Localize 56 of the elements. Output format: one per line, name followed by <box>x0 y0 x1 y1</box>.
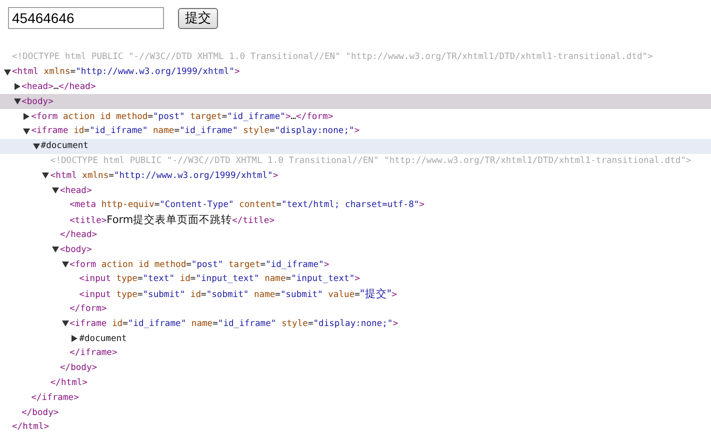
tree-row[interactable]: <form action id method="post" target="id_iframe"> <box>0 257 711 272</box>
code-line: <form action id method="post" target="id_iframe">…</form> <box>31 112 334 122</box>
closing-tag: </head> <box>60 230 98 240</box>
tree-row[interactable]: <input type="submit" id="sobmit" name="submit" value="提交"> <box>0 286 711 302</box>
expanded-triangle-icon[interactable] <box>62 320 69 328</box>
expanded-triangle-icon[interactable] <box>52 246 59 254</box>
code-line: <head>…</head> <box>22 82 96 92</box>
expanded-triangle-icon[interactable] <box>62 261 69 268</box>
code-line: <title>Form提交表单页面不跳转</title> <box>70 213 274 228</box>
collapsed-triangle-icon[interactable] <box>23 113 30 120</box>
code-line: <body> <box>22 96 54 107</box>
expanded-triangle-icon[interactable] <box>4 68 11 76</box>
code-line: <iframe id="id_iframe" name="id_iframe" style="display:none;"> <box>31 126 360 136</box>
expanded-triangle-icon[interactable] <box>32 142 40 150</box>
tree-row[interactable]: <head> <box>0 183 711 198</box>
submit-button[interactable]: 提交 <box>178 8 218 28</box>
code-line: <form action id method="post" target="id_iframe"> <box>70 260 330 270</box>
collapsed-triangle-icon[interactable] <box>14 83 21 90</box>
tree-row[interactable]: <iframe id="id_iframe" name="id_iframe" style="display:none;"> <box>0 316 711 332</box>
code-line: <!DOCTYPE html PUBLIC "-//W3C//DTD XHTML 1.0 Transitional//EN" "http://www.w3.org/TR/xhtml1/DTD/xhtml1-transitional.dtd"> <box>12 52 653 62</box>
code-line: <input type="submit" id="sobmit" name="submit" value="提交"> <box>79 287 397 302</box>
tree-row[interactable]: #document <box>0 331 711 346</box>
closing-tag: </iframe> <box>70 348 118 358</box>
expanded-triangle-icon[interactable] <box>52 187 59 194</box>
tree-row[interactable]: <iframe id="id_iframe" name="id_iframe" style="display:none;"> <box>0 124 711 139</box>
tree-row[interactable]: <html xmlns="http://www.w3.org/1999/xhtml"> <box>0 64 711 80</box>
code-line: <!DOCTYPE html PUBLIC "-//W3C//DTD XHTML 1.0 Transitional//EN" "http://www.w3.org/TR/xhtml1/DTD/xhtml1-transitional.dtd"> <box>50 156 692 166</box>
expanded-triangle-icon[interactable] <box>14 98 21 106</box>
code-line: #document <box>79 334 127 344</box>
tree-row[interactable]: <input type="text" id="input_text" name="input_text"> <box>0 272 711 287</box>
code-line: <input type="text" id="input_text" name="input_text"> <box>79 274 360 284</box>
closing-tag: </html> <box>50 378 88 388</box>
code-line: <iframe id="id_iframe" name="id_iframe" style="display:none;"> <box>70 318 398 329</box>
tree-row[interactable]: <body> <box>0 94 711 110</box>
collapsed-triangle-icon[interactable] <box>71 335 78 342</box>
tree-row[interactable]: <meta http-equiv="Content-Type" content="text/html; charset=utf-8"> <box>0 198 711 213</box>
expanded-triangle-icon[interactable] <box>23 128 30 135</box>
tree-row[interactable]: <head>…</head> <box>0 80 711 94</box>
tree-row[interactable]: #document <box>0 138 711 154</box>
code-line: <meta http-equiv="Content-Type" content="text/html; charset=utf-8"> <box>70 200 424 210</box>
closing-tag: </form> <box>70 304 107 314</box>
text-input-field[interactable]: 45464646 <box>8 7 164 29</box>
expanded-triangle-icon[interactable] <box>42 172 50 180</box>
closing-tag: </html> <box>12 422 50 432</box>
code-line: <html xmlns="http://www.w3.org/1999/xhtml"> <box>50 170 278 181</box>
code-line: <html xmlns="http://www.w3.org/1999/xhtml"> <box>12 67 240 78</box>
code-line: #document <box>40 141 88 152</box>
tree-row[interactable]: <form action id method="post" target="id_iframe">…</form> <box>0 109 711 124</box>
tree-row[interactable]: <body> <box>0 242 711 258</box>
code-line: <body> <box>60 244 92 255</box>
closing-tag: </body> <box>60 363 98 374</box>
tree-row[interactable]: <html xmlns="http://www.w3.org/1999/xhtml"> <box>0 168 711 184</box>
closing-tag: </body> <box>22 408 59 418</box>
code-line: <head> <box>60 186 92 196</box>
tree-row[interactable]: <title>Form提交表单页面不跳转</title> <box>0 212 711 228</box>
closing-tag: </iframe> <box>31 392 79 403</box>
